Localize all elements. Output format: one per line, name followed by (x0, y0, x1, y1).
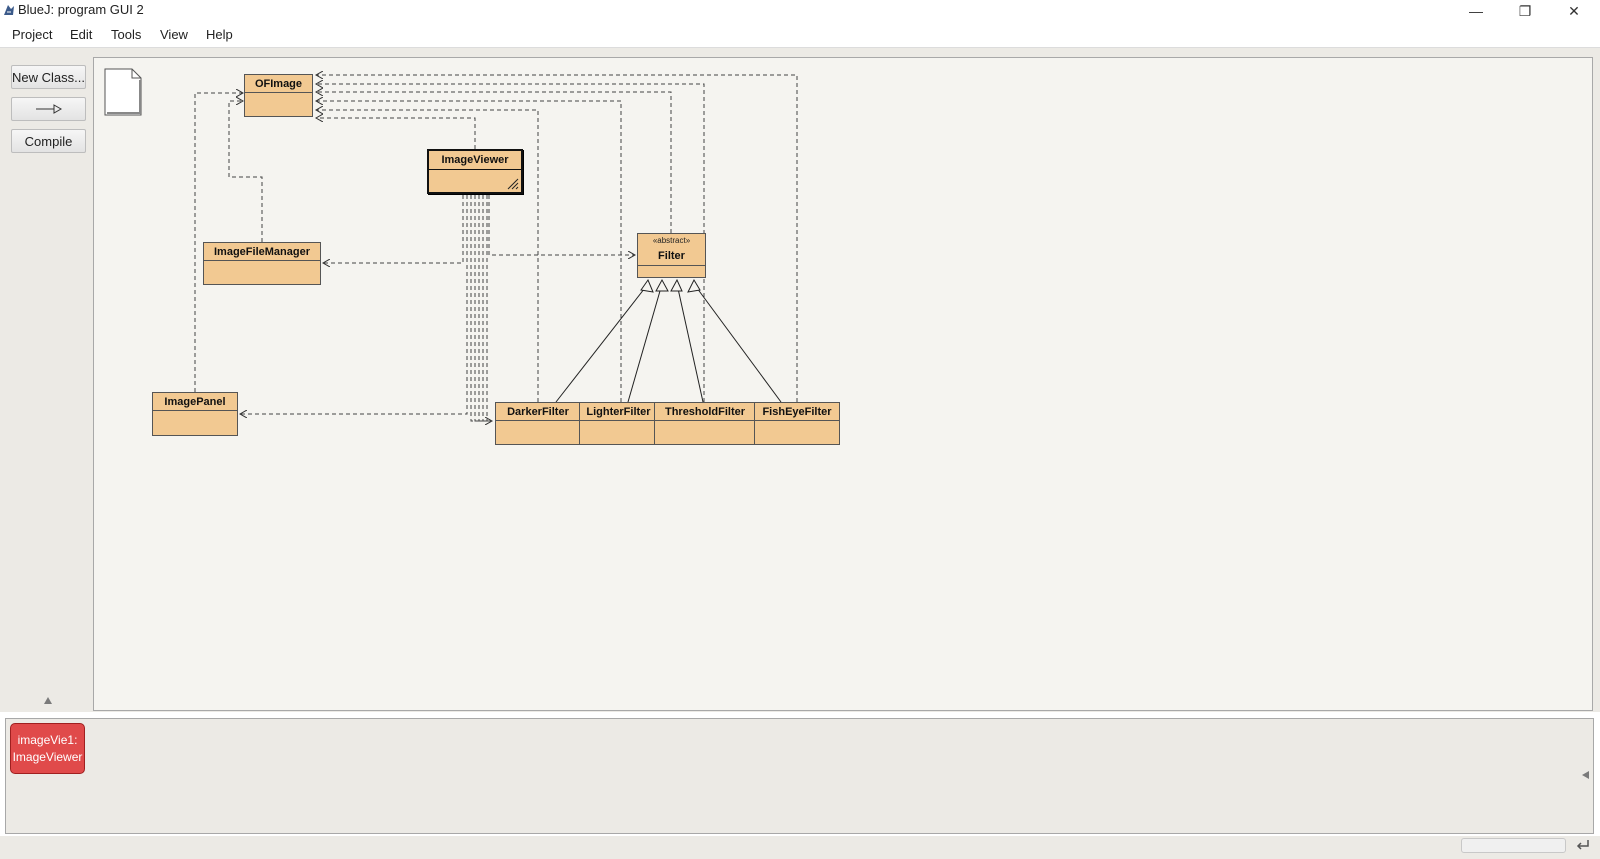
class-name: ImagePanel (164, 396, 226, 408)
class-name: DarkerFilter (507, 406, 569, 418)
class-divider (496, 420, 580, 421)
class-divider (429, 169, 521, 170)
class-name: Filter (658, 250, 685, 262)
class-stereotype: «abstract» (652, 236, 691, 245)
object-imageviewer-instance[interactable]: imageVie1: ImageViewer (10, 723, 85, 774)
class-divider (655, 420, 755, 421)
class-divider (755, 420, 839, 421)
class-name: FishEyeFilter (762, 406, 832, 418)
status-bar (0, 836, 1600, 859)
class-name: ImageViewer (441, 154, 509, 166)
class-name: LighterFilter (586, 406, 651, 418)
class-divider (245, 92, 312, 93)
class-thresholdfilter[interactable]: ThresholdFilter (654, 402, 756, 445)
class-ofimage[interactable]: OFImage (244, 74, 313, 117)
class-divider (204, 260, 320, 261)
class-name: ThresholdFilter (664, 406, 746, 418)
class-fisheyefilter[interactable]: FishEyeFilter (754, 402, 840, 445)
class-imageviewer[interactable]: ImageViewer (427, 149, 523, 194)
object-type: ImageViewer (12, 750, 83, 764)
class-darkerfilter[interactable]: DarkerFilter (495, 402, 581, 445)
class-divider (153, 410, 237, 411)
class-divider (580, 420, 657, 421)
class-imagepanel[interactable]: ImagePanel (152, 392, 238, 436)
class-name: ImageFileManager (214, 246, 310, 258)
class-filter[interactable]: «abstract» Filter (637, 233, 706, 278)
class-lighterfilter[interactable]: LighterFilter (579, 402, 658, 445)
class-divider (638, 265, 705, 266)
collapse-left-icon[interactable] (1582, 771, 1589, 779)
terminal-return-icon[interactable] (1574, 836, 1592, 854)
resize-handle-icon[interactable] (507, 178, 519, 190)
readme-document-icon[interactable] (104, 68, 142, 116)
object-bench[interactable] (5, 718, 1594, 834)
class-name: OFImage (254, 78, 303, 90)
object-name: imageVie1: (17, 733, 78, 747)
class-imagefilemanager[interactable]: ImageFileManager (203, 242, 321, 285)
status-message-field (1461, 838, 1566, 853)
